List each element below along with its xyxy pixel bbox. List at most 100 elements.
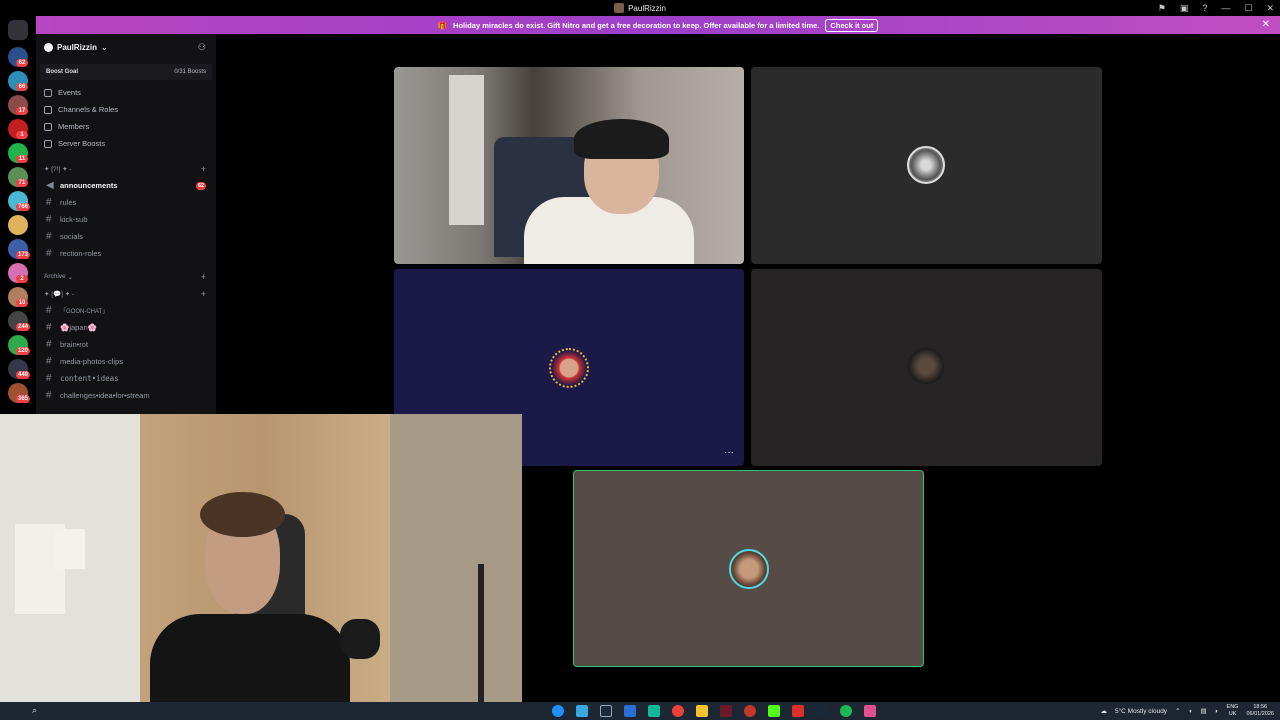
mention-badge: 17 (16, 107, 28, 115)
volume-icon[interactable]: ◗ (1215, 708, 1219, 715)
hash-icon: # (46, 373, 52, 384)
channel-japan[interactable]: # 🌸japan🌸 (36, 319, 216, 336)
channel-name: challenges•idea•for•stream (60, 391, 150, 400)
obs-icon[interactable] (744, 705, 756, 717)
hash-icon: # (46, 339, 52, 350)
menu-item-server-boosts[interactable]: Server Boosts (36, 135, 216, 152)
channel-sidebar: PaulRizzin ⌄ ⚇ Boost Goal 0/31 Boosts Ev… (36, 34, 216, 414)
menu-item-channels-roles[interactable]: Channels & Roles (36, 101, 216, 118)
channel-goon-chat[interactable]: # 「GOON-CHAT」 (36, 302, 216, 319)
network-icon[interactable]: ▤ (1200, 707, 1206, 715)
category-label: Archive (44, 273, 66, 280)
clock-time: 18:56 (1253, 704, 1268, 710)
add-channel-icon[interactable]: + (201, 164, 206, 174)
discord-icon[interactable] (864, 705, 876, 717)
spotify-icon[interactable] (840, 705, 852, 717)
channel-rules[interactable]: # rules (36, 194, 216, 211)
mention-badge: 449 (16, 371, 31, 379)
steam-icon[interactable] (816, 705, 828, 717)
mention-badge: 120 (16, 347, 31, 355)
channel-content-ideas[interactable]: # content•ideas (36, 370, 216, 387)
minimize-button[interactable]: — (1221, 3, 1230, 13)
participant-tile[interactable] (751, 269, 1102, 466)
wall-right (390, 414, 522, 708)
search-icon[interactable]: ⌕ (32, 705, 37, 716)
close-button[interactable]: ✕ (1266, 3, 1274, 14)
webcam-overlay (0, 414, 522, 708)
system-tray: ☁ 5°C Mostly cloudy ⌃ ◖ ▤ ◗ ENG UK 18:56 0… (1100, 702, 1274, 720)
channel-rection-roles[interactable]: # rection-roles (36, 245, 216, 262)
category-header[interactable]: ✦ [💬] ✦ - + (36, 285, 216, 302)
server-icon[interactable] (8, 215, 28, 235)
app-icon[interactable] (624, 705, 636, 717)
mention-badge: 11 (16, 155, 28, 163)
menu-item-events[interactable]: Events (36, 84, 216, 101)
hash-icon: # (46, 214, 52, 225)
steam-icon[interactable] (600, 705, 612, 717)
file-explorer-icon[interactable] (696, 705, 708, 717)
channel-brain-rot[interactable]: # brain•rot (36, 336, 216, 353)
hash-icon: # (46, 248, 52, 259)
mention-badge: 1 (16, 131, 28, 139)
channel-media-photos-clips[interactable]: # media-photos-clips (36, 353, 216, 370)
mention-badge: 173 (16, 251, 31, 259)
mic-icon[interactable]: ◖ (1189, 708, 1193, 715)
mention-badge: 66 (16, 83, 28, 91)
weather-text[interactable]: 5°C Mostly cloudy (1115, 708, 1167, 715)
chevron-down-icon: ⌄ (67, 273, 73, 281)
language-top: ENG (1226, 704, 1239, 710)
check-it-out-button[interactable]: Check it out (825, 18, 879, 32)
mic-stand (478, 564, 484, 708)
mention-badge: 2 (16, 275, 28, 283)
chrome-icon[interactable] (672, 705, 684, 717)
language-indicator[interactable]: ENG UK (1227, 704, 1239, 718)
invite-icon[interactable]: ⚇ (198, 42, 206, 53)
inbox-icon[interactable]: ⚑ (1158, 3, 1166, 14)
mention-badge: 766 (16, 203, 31, 211)
category-header[interactable]: Archive ⌄ + (36, 268, 216, 285)
person-hair (200, 492, 285, 537)
app-icon[interactable] (576, 705, 588, 717)
window-title: PaulRizzin (614, 3, 666, 13)
boost-icon (44, 139, 52, 148)
mention-badge: 365 (16, 395, 31, 403)
maximize-button[interactable]: ☐ (1244, 3, 1252, 14)
server-header[interactable]: PaulRizzin ⌄ ⚇ (36, 34, 216, 60)
channel-announcements[interactable]: ◀ announcements 62 (36, 177, 216, 194)
hash-icon: # (46, 305, 52, 316)
direct-messages-icon[interactable] (8, 20, 28, 40)
taskbar-apps (552, 705, 876, 717)
channel-socials[interactable]: # socials (36, 228, 216, 245)
app-icon[interactable] (720, 705, 732, 717)
language-bottom: UK (1228, 711, 1237, 717)
channel-challenges[interactable]: # challenges•idea•for•stream (36, 387, 216, 404)
speaking-participant-tile[interactable] (573, 470, 924, 667)
mention-badge: 62 (16, 59, 28, 67)
screen: PaulRizzin ⚑ ▣ ? — ☐ ✕ 62 66 17 1 11 71 … (0, 0, 1280, 720)
participant-video-tile[interactable] (394, 67, 744, 264)
app-icon[interactable] (792, 705, 804, 717)
menu-item-label: Members (58, 122, 90, 131)
category-header[interactable]: ✦ [?!] ✦ - + (36, 160, 216, 177)
menu-item-members[interactable]: Members (36, 118, 216, 135)
more-options-button[interactable]: ··· (724, 447, 734, 458)
members-icon (44, 122, 52, 131)
clock[interactable]: 18:56 06/01/2026 (1246, 704, 1274, 718)
edge-icon[interactable] (552, 705, 564, 717)
participant-tile[interactable] (751, 67, 1102, 264)
add-channel-icon[interactable]: + (201, 272, 206, 282)
megaphone-icon: ◀ (46, 180, 54, 191)
category-label: ✦ [💬] ✦ - (44, 290, 75, 298)
screen-icon[interactable]: ▣ (1180, 3, 1189, 14)
hash-icon: # (46, 390, 52, 401)
banner-text: Holiday miracles do exist. Gift Nitro an… (453, 20, 820, 30)
chevron-up-icon[interactable]: ⌃ (1175, 707, 1180, 715)
app-icon[interactable] (648, 705, 660, 717)
boost-goal[interactable]: Boost Goal 0/31 Boosts (40, 64, 212, 80)
channel-kick-sub[interactable]: # kick-sub (36, 211, 216, 228)
kick-icon[interactable] (768, 705, 780, 717)
banner-close-icon[interactable]: ✕ (1262, 19, 1270, 30)
help-icon[interactable]: ? (1202, 3, 1207, 13)
person-shirt (150, 614, 350, 708)
add-channel-icon[interactable]: + (201, 289, 206, 299)
